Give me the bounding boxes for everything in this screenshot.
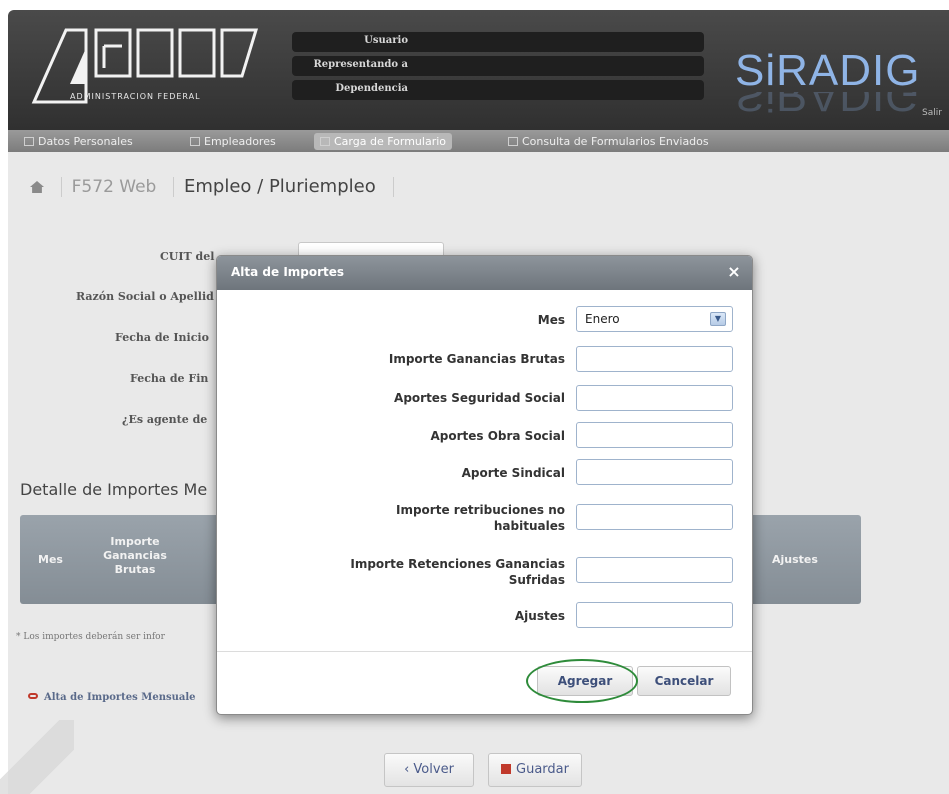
highlight-circle: [526, 659, 638, 703]
fecha-fin-label: Fecha de Fin: [130, 372, 209, 385]
logout-link[interactable]: Salir: [922, 108, 942, 118]
obra-social-label: Aportes Obra Social: [430, 429, 565, 443]
ganancias-brutas-input[interactable]: [576, 346, 733, 372]
table-icon: [508, 137, 518, 146]
importes-note: * Los importes deberán ser infor: [16, 632, 165, 642]
user-info-panel: Usuario Representando a Dependencia: [292, 32, 704, 106]
breadcrumb-form[interactable]: F572 Web: [72, 177, 157, 197]
retenciones-label: Importe Retenciones Ganancias Sufridas: [350, 557, 565, 587]
column-ganancias: Importe Ganancias Brutas: [103, 535, 167, 576]
column-mes: Mes: [38, 553, 63, 566]
mes-select[interactable]: Enero ▼: [576, 306, 733, 332]
obra-social-input[interactable]: [576, 422, 733, 448]
app-header: ADMINISTRACION FEDERAL Usuario Represent…: [8, 10, 949, 130]
ganancias-brutas-label: Importe Ganancias Brutas: [388, 352, 565, 366]
nav-label: Datos Personales: [38, 135, 133, 148]
dependency-row: Dependencia: [292, 80, 704, 100]
nav-label: Empleadores: [204, 135, 276, 148]
mes-selected-value: Enero: [585, 312, 620, 326]
cuit-label: CUIT del: [160, 250, 215, 263]
mes-label: Mes: [537, 313, 565, 327]
logo-caption: ADMINISTRACION FEDERAL: [70, 92, 201, 101]
form-icon: [320, 137, 330, 146]
save-icon: [501, 764, 512, 774]
user-row: Usuario: [292, 32, 704, 52]
link-icon: [28, 693, 38, 699]
list-icon: [24, 137, 34, 146]
retenciones-input[interactable]: [576, 557, 733, 583]
nav-consulta-formularios[interactable]: Consulta de Formularios Enviados: [502, 133, 715, 150]
fecha-inicio-label: Fecha de Inicio: [115, 331, 209, 344]
razon-social-label: Razón Social o Apellid: [76, 290, 214, 303]
building-icon: [190, 137, 200, 146]
alta-importes-link[interactable]: Alta de Importes Mensuale: [28, 692, 196, 703]
retribuciones-label: Importe retribuciones no habituales: [396, 503, 565, 533]
seguridad-social-label: Aportes Seguridad Social: [394, 391, 565, 405]
page-title: Empleo / Pluriempleo: [184, 176, 376, 197]
dialog-header: Alta de Importes ×: [217, 256, 752, 290]
cancelar-button[interactable]: Cancelar: [637, 666, 731, 696]
breadcrumb-separator: [386, 177, 394, 197]
ajustes-label: Ajustes: [514, 609, 565, 623]
save-label: Guardar: [516, 762, 569, 777]
siradig-brand: SiRADIG: [735, 46, 921, 95]
user-label: Usuario: [364, 35, 408, 46]
alta-importes-dialog: Alta de Importes × Mes Enero ▼ Importe G…: [216, 255, 753, 715]
ajustes-input[interactable]: [576, 602, 733, 628]
column-ajustes: Ajustes: [772, 553, 818, 566]
chevron-down-icon[interactable]: ▼: [710, 312, 726, 326]
brand-reflection: SiRADIG: [735, 92, 921, 120]
nav-datos-personales[interactable]: Datos Personales: [18, 133, 139, 150]
back-button[interactable]: ‹ Volver: [384, 753, 474, 787]
alta-importes-label: Alta de Importes Mensuale: [44, 692, 196, 703]
detail-section-title: Detalle de Importes Me: [20, 480, 208, 499]
represented-label: Representando a: [313, 59, 408, 70]
breadcrumb-separator: [166, 177, 175, 197]
aporte-sindical-input[interactable]: [576, 459, 733, 485]
dependency-label: Dependencia: [335, 83, 408, 94]
breadcrumb-separator: [54, 177, 62, 197]
retribuciones-input[interactable]: [576, 504, 733, 530]
nav-label: Carga de Formulario: [334, 135, 447, 148]
dialog-title: Alta de Importes: [231, 265, 345, 279]
represented-row: Representando a: [292, 56, 704, 76]
nav-carga-formulario[interactable]: Carga de Formulario: [314, 133, 453, 150]
home-icon[interactable]: [30, 181, 44, 193]
aporte-sindical-label: Aporte Sindical: [461, 466, 565, 480]
nav-label: Consulta de Formularios Enviados: [522, 135, 709, 148]
nav-empleadores[interactable]: Empleadores: [184, 133, 282, 150]
save-button[interactable]: Guardar: [488, 753, 582, 787]
seguridad-social-input[interactable]: [576, 385, 733, 411]
close-icon[interactable]: ×: [725, 263, 743, 281]
back-label: Volver: [413, 762, 454, 777]
dialog-divider: [217, 651, 752, 652]
agente-label: ¿Es agente de: [122, 413, 208, 426]
main-nav: Datos Personales Empleadores Carga de Fo…: [8, 130, 949, 152]
corner-ribbon: [0, 720, 74, 794]
breadcrumb: F572 Web Empleo / Pluriempleo: [30, 176, 400, 204]
